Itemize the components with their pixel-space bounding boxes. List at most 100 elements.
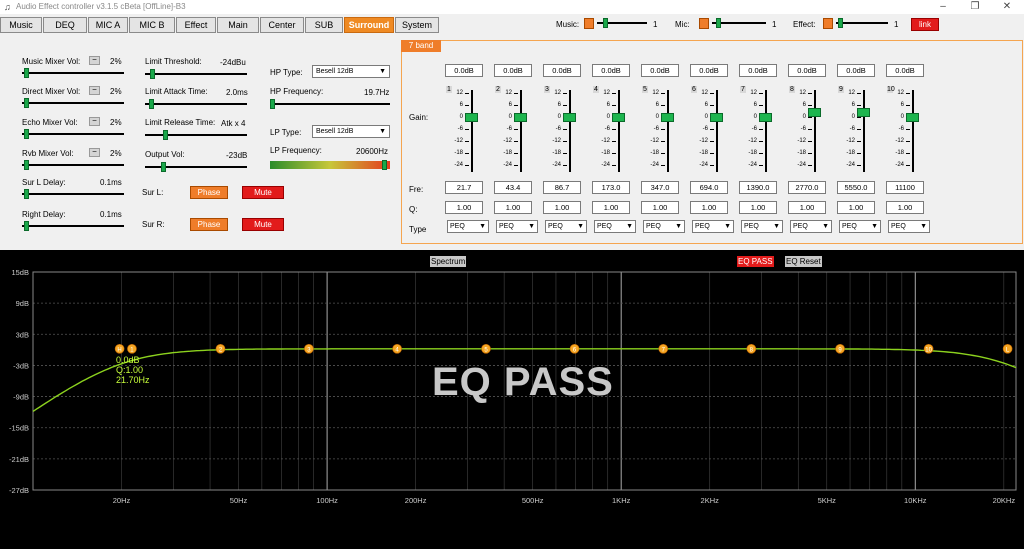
band-gain-value[interactable]: 0.0dB <box>445 64 483 77</box>
eq-graph[interactable]: 15dB 9dB 3dB -3dB -9dB -15dB -21dB -27dB 20Hz 50H… <box>0 250 1024 549</box>
sur-l-phase-button[interactable]: Phase <box>190 186 228 199</box>
tab-surround[interactable]: Surround <box>344 17 394 33</box>
lp-frequency-slider[interactable] <box>270 160 390 170</box>
mixer-slider[interactable] <box>22 98 124 108</box>
band-type-select[interactable]: PEQ ▼ <box>888 220 930 233</box>
tab-main[interactable]: Main <box>217 17 259 33</box>
mixer-slider[interactable] <box>22 160 124 170</box>
mixer-slider[interactable] <box>22 68 124 78</box>
band-type-select[interactable]: PEQ ▼ <box>692 220 734 233</box>
band-gain-slider[interactable] <box>612 113 625 122</box>
band-frequency-input[interactable]: 2770.0 <box>788 181 826 194</box>
band-gain-slider[interactable] <box>906 113 919 122</box>
band-frequency-input[interactable]: 11100 <box>886 181 924 194</box>
music-level-toggle[interactable] <box>584 18 594 29</box>
band-frequency-input[interactable]: 347.0 <box>641 181 679 194</box>
tab-sub[interactable]: SUB <box>305 17 343 33</box>
band-type-select[interactable]: PEQ ▼ <box>839 220 881 233</box>
band-frequency-input[interactable]: 5550.0 <box>837 181 875 194</box>
band-q-input[interactable]: 1.00 <box>837 201 875 214</box>
band-gain-value[interactable]: 0.0dB <box>543 64 581 77</box>
restore-icon[interactable]: ❐ <box>960 0 990 14</box>
band-type-select[interactable]: PEQ ▼ <box>594 220 636 233</box>
sur-r-phase-button[interactable]: Phase <box>190 218 228 231</box>
close-icon[interactable]: ✕ <box>992 0 1022 14</box>
band-type-select[interactable]: PEQ ▼ <box>496 220 538 233</box>
hp-frequency-slider[interactable] <box>270 99 390 109</box>
lp-type-select[interactable]: Besell 12dB ▼ <box>312 125 390 138</box>
eq-pass-button[interactable]: EQ PASS <box>737 256 774 267</box>
spectrum-button[interactable]: Spectrum <box>430 256 467 267</box>
band-gain-slider[interactable] <box>759 113 772 122</box>
band-frequency-input[interactable]: 1390.0 <box>739 181 777 194</box>
mixer-slider[interactable] <box>22 221 124 231</box>
band-gain-slider[interactable] <box>563 113 576 122</box>
hp-type-select[interactable]: Besell 12dB ▼ <box>312 65 390 78</box>
band-gain-value[interactable]: 0.0dB <box>592 64 630 77</box>
limit-slider[interactable] <box>145 99 247 109</box>
sur-r-mute-button[interactable]: Mute <box>242 218 284 231</box>
band-type-value: PEQ <box>744 223 759 230</box>
minimize-icon[interactable]: – <box>928 0 958 14</box>
mic-level-slider[interactable] <box>712 18 766 28</box>
band-frequency-input[interactable]: 173.0 <box>592 181 630 194</box>
band-q-input[interactable]: 1.00 <box>739 201 777 214</box>
band-type-select[interactable]: PEQ ▼ <box>741 220 783 233</box>
mixer-decrement-button[interactable]: − <box>89 148 100 157</box>
band-q-input[interactable]: 1.00 <box>543 201 581 214</box>
mixer-decrement-button[interactable]: − <box>89 117 100 126</box>
band-gain-value[interactable]: 0.0dB <box>690 64 728 77</box>
band-gain-value[interactable]: 0.0dB <box>739 64 777 77</box>
band-gain-slider[interactable] <box>857 108 870 117</box>
band-q-input[interactable]: 1.00 <box>445 201 483 214</box>
band-gain-slider[interactable] <box>661 113 674 122</box>
band-type-select[interactable]: PEQ ▼ <box>790 220 832 233</box>
limit-slider[interactable] <box>145 130 247 140</box>
music-level-slider[interactable] <box>597 18 647 28</box>
eq-reset-button[interactable]: EQ Reset <box>785 256 822 267</box>
sur-l-mute-button[interactable]: Mute <box>242 186 284 199</box>
band-gain-value[interactable]: 0.0dB <box>788 64 826 77</box>
band-frequency-input[interactable]: 694.0 <box>690 181 728 194</box>
band-q-input[interactable]: 1.00 <box>592 201 630 214</box>
band-gain-value[interactable]: 0.0dB <box>641 64 679 77</box>
band-gain-value[interactable]: 0.0dB <box>494 64 532 77</box>
band-q-input[interactable]: 1.00 <box>641 201 679 214</box>
eq-band-tab[interactable]: 7 band <box>401 40 441 52</box>
band-frequency-input[interactable]: 21.7 <box>445 181 483 194</box>
band-gain-slider[interactable] <box>514 113 527 122</box>
type-row-label: Type <box>409 225 427 234</box>
gain-scale-label: 6 <box>704 102 708 108</box>
band-gain-slider[interactable] <box>808 108 821 117</box>
tab-mic-a[interactable]: MIC A <box>88 17 128 33</box>
effect-level-slider[interactable] <box>836 18 888 28</box>
limit-slider[interactable] <box>145 69 247 79</box>
tab-center[interactable]: Center <box>260 17 304 33</box>
mic-level-toggle[interactable] <box>699 18 709 29</box>
band-q-input[interactable]: 1.00 <box>886 201 924 214</box>
mixer-decrement-button[interactable]: − <box>89 86 100 95</box>
band-gain-slider[interactable] <box>710 113 723 122</box>
effect-level-toggle[interactable] <box>823 18 833 29</box>
tab-music[interactable]: Music <box>0 17 42 33</box>
band-gain-value[interactable]: 0.0dB <box>837 64 875 77</box>
band-gain-value[interactable]: 0.0dB <box>886 64 924 77</box>
band-q-input[interactable]: 1.00 <box>494 201 532 214</box>
mixer-slider[interactable] <box>22 189 124 199</box>
band-frequency-input[interactable]: 86.7 <box>543 181 581 194</box>
band-q-input[interactable]: 1.00 <box>788 201 826 214</box>
mixer-decrement-button[interactable]: − <box>89 56 100 65</box>
band-frequency-input[interactable]: 43.4 <box>494 181 532 194</box>
mixer-slider[interactable] <box>22 129 124 139</box>
tab-deq[interactable]: DEQ <box>43 17 87 33</box>
band-q-input[interactable]: 1.00 <box>690 201 728 214</box>
link-button[interactable]: link <box>911 18 939 31</box>
tab-effect[interactable]: Effect <box>176 17 216 33</box>
band-type-select[interactable]: PEQ ▼ <box>545 220 587 233</box>
band-type-select[interactable]: PEQ ▼ <box>643 220 685 233</box>
band-type-select[interactable]: PEQ ▼ <box>447 220 489 233</box>
band-gain-slider[interactable] <box>465 113 478 122</box>
tab-system[interactable]: System <box>395 17 439 33</box>
tab-mic-b[interactable]: MIC B <box>129 17 175 33</box>
limit-slider[interactable] <box>145 162 247 172</box>
